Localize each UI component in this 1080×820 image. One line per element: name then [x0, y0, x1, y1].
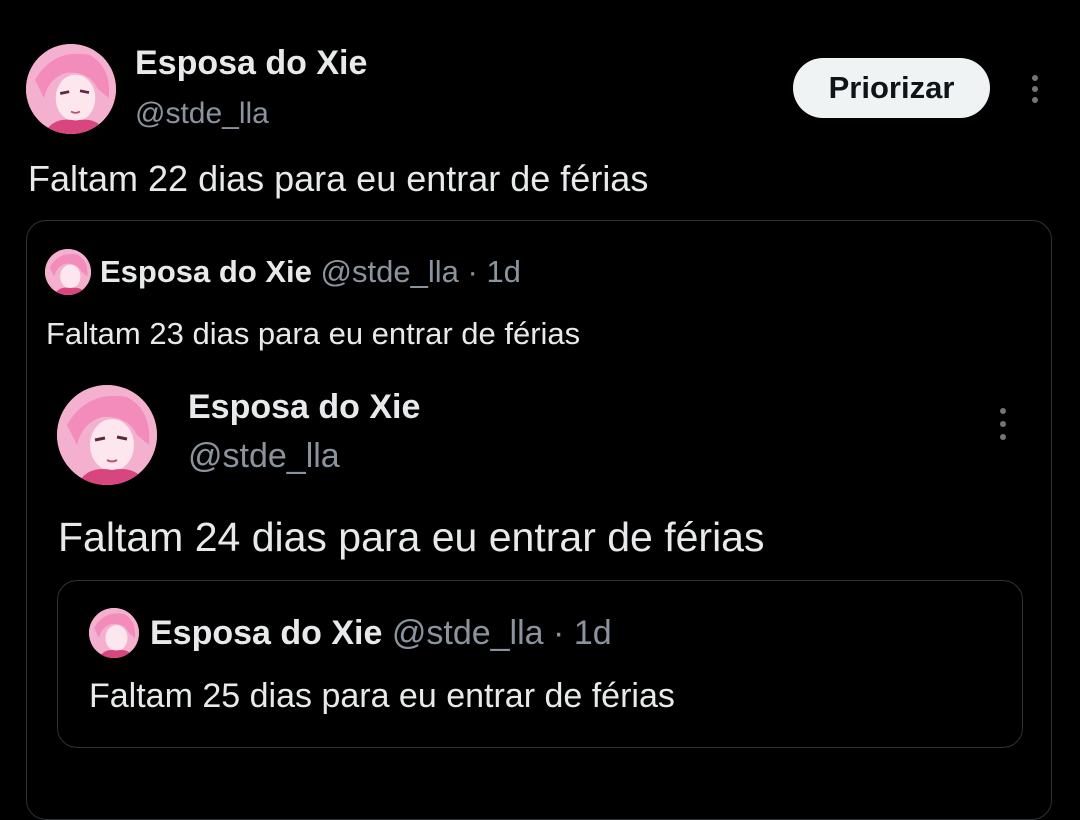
tweet-text: Faltam 24 dias para eu entrar de férias [58, 514, 765, 560]
quoted-tweet-header: Esposa do Xie @stde_lla · 1d [150, 612, 612, 654]
author-handle[interactable]: @stde_lla [135, 94, 269, 134]
quoted-tweet-header: Esposa do Xie @stde_lla · 1d [100, 252, 521, 292]
separator-dot: · [467, 254, 478, 289]
prioritize-button[interactable]: Priorizar [793, 58, 990, 118]
dot [1032, 75, 1038, 81]
author-handle[interactable]: @stde_lla [188, 435, 340, 477]
dot [1000, 434, 1006, 440]
author-handle[interactable]: @stde_lla [321, 254, 459, 289]
timestamp[interactable]: 1d [486, 254, 520, 289]
dot [1000, 421, 1006, 427]
author-name[interactable]: Esposa do Xie [100, 254, 312, 289]
avatar-image [57, 385, 157, 485]
quoted-tweet-text: Faltam 23 dias para eu entrar de férias [46, 316, 581, 351]
tweet-text: Faltam 22 dias para eu entrar de férias [28, 158, 649, 199]
more-vertical-icon[interactable] [1029, 75, 1041, 103]
avatar-image [89, 608, 139, 658]
avatar[interactable] [89, 608, 139, 658]
author-name[interactable]: Esposa do Xie [188, 386, 420, 428]
author-name[interactable]: Esposa do Xie [150, 614, 382, 652]
quoted-tweet-text: Faltam 25 dias para eu entrar de férias [89, 677, 675, 715]
more-vertical-icon[interactable] [997, 408, 1009, 440]
dot [1000, 408, 1006, 414]
avatar[interactable] [26, 44, 116, 134]
avatar[interactable] [57, 385, 157, 485]
avatar-image [26, 44, 116, 134]
timestamp[interactable]: 1d [574, 614, 612, 652]
dot [1032, 86, 1038, 92]
separator-dot: · [553, 614, 565, 652]
avatar-image [45, 249, 91, 295]
author-handle[interactable]: @stde_lla [392, 614, 544, 652]
author-name[interactable]: Esposa do Xie [135, 42, 367, 84]
avatar[interactable] [45, 249, 91, 295]
dot [1032, 97, 1038, 103]
quoted-tweet-card[interactable] [57, 580, 1023, 748]
